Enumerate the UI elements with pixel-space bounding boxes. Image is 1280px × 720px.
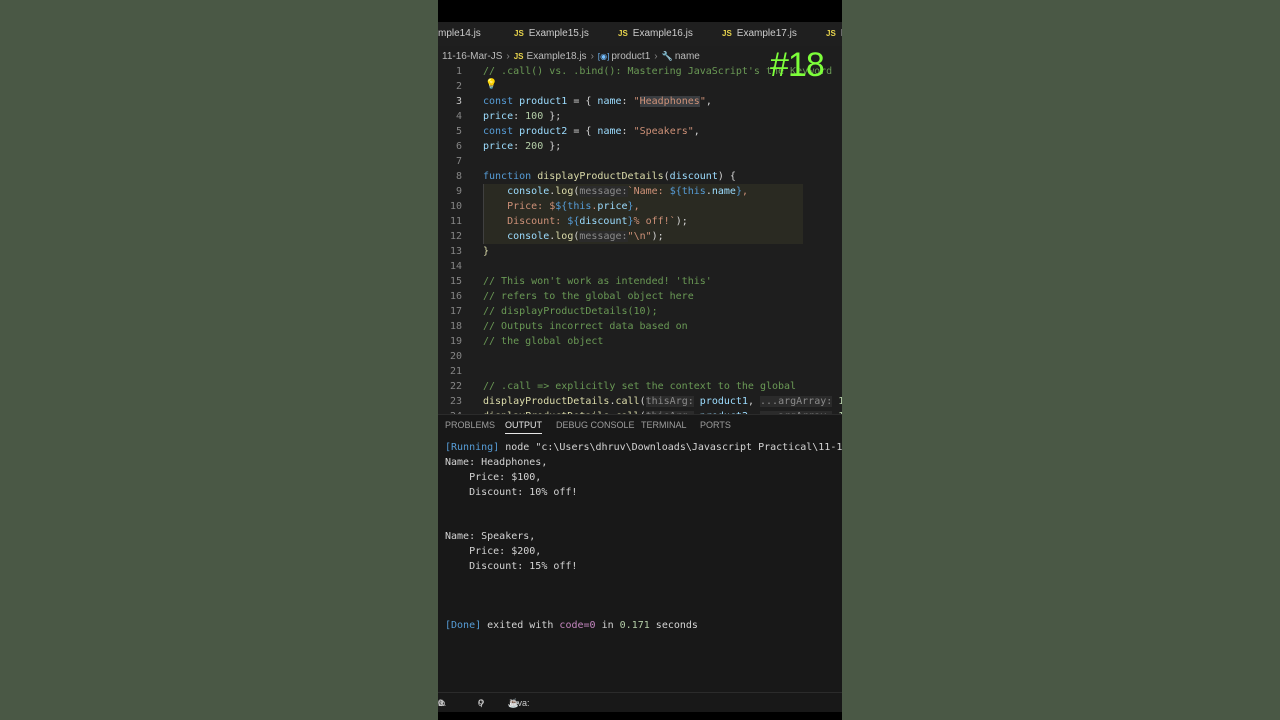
line-number: 9 xyxy=(455,186,462,197)
breadcrumb-symbol[interactable]: product1 xyxy=(611,51,650,62)
line-number: 11 xyxy=(449,216,462,227)
tab-output[interactable]: OUTPUT xyxy=(505,420,542,434)
video-number-badge: #18 xyxy=(770,46,825,84)
tab-debug-console[interactable]: DEBUG CONSOLE xyxy=(556,420,635,430)
output-running-line: [Running] node "c:\Users\dhruv\Downloads… xyxy=(445,442,842,453)
vscode-window: mple14.js JS Example15.js JS Example16.js … xyxy=(438,0,842,720)
bottom-black-bar xyxy=(438,712,842,720)
chevron-right-icon: › xyxy=(506,51,510,62)
code-line-3: const product1 = { name: "Headphones", xyxy=(483,96,712,107)
line-number: 13 xyxy=(449,246,462,257)
output-line: Discount: 10% off! xyxy=(445,487,578,498)
tab-example14[interactable]: mple14.js xyxy=(438,22,481,46)
tab-terminal[interactable]: TERMINAL xyxy=(641,420,687,430)
line-number: 18 xyxy=(449,321,462,332)
code-line-9: console.log(message:`Name: ${this.name}, xyxy=(507,186,749,197)
code-line-5: const product2 = { name: "Speakers", xyxy=(483,126,700,137)
line-number: 14 xyxy=(449,261,462,272)
output-line: Discount: 15% off! xyxy=(445,561,578,572)
code-line-16: // refers to the global object here xyxy=(483,291,694,302)
status-bar: ⊗0 ⚠ 0 ⚲ 0 ☕ Java: Ready xyxy=(438,692,842,720)
line-number: 2 xyxy=(455,81,462,92)
tab-example17[interactable]: JS Example17.js xyxy=(722,22,797,46)
code-line-18: // Outputs incorrect data based on xyxy=(483,321,688,332)
line-number: 15 xyxy=(449,276,462,287)
line-number: 4 xyxy=(455,111,462,122)
tab-ports[interactable]: PORTS xyxy=(700,420,731,430)
chevron-right-icon: › xyxy=(590,51,594,62)
tab-example15[interactable]: JS Example15.js xyxy=(514,22,589,46)
code-line-12: console.log(message:"\n"); xyxy=(507,231,664,242)
code-line-19: // the global object xyxy=(483,336,604,347)
line-number: 3 xyxy=(455,96,462,107)
bottom-panel: PROBLEMS OUTPUT DEBUG CONSOLE TERMINAL P… xyxy=(438,414,842,693)
chevron-right-icon: › xyxy=(654,51,658,62)
js-file-icon: JS xyxy=(722,29,732,38)
line-number: 20 xyxy=(449,351,462,362)
breadcrumb-property[interactable]: name xyxy=(675,51,700,62)
tab-next[interactable]: JSE xyxy=(826,22,842,46)
js-file-icon: JS xyxy=(618,29,628,38)
line-number: 16 xyxy=(449,291,462,302)
line-number: 21 xyxy=(449,366,462,377)
output-line: Price: $200, xyxy=(445,546,542,557)
line-number: 19 xyxy=(449,336,462,347)
breadcrumb-folder[interactable]: 11-16-Mar-JS xyxy=(442,51,502,62)
code-line-6: price: 200 }; xyxy=(483,141,562,152)
code-line-22: // .call => explicitly set the context t… xyxy=(483,381,797,392)
output-line: Name: Headphones, xyxy=(445,457,548,468)
property-icon: 🔧 xyxy=(661,51,673,61)
code-line-11: Discount: ${discount}% off!`); xyxy=(483,216,688,227)
js-file-icon: JS xyxy=(826,29,836,38)
code-line-8: function displayProductDetails(discount)… xyxy=(483,171,736,182)
tab-example16[interactable]: JS Example16.js xyxy=(618,22,693,46)
output-line: Price: $100, xyxy=(445,472,542,483)
line-number: 10 xyxy=(449,201,462,212)
js-file-icon: JS xyxy=(513,52,524,61)
lightbulb-icon[interactable]: 💡 xyxy=(485,79,497,90)
line-number: 23 xyxy=(449,396,462,407)
breadcrumb-file[interactable]: Example18.js xyxy=(527,51,587,62)
line-number: 12 xyxy=(449,231,462,242)
tab-problems[interactable]: PROBLEMS xyxy=(445,420,495,430)
code-line-13: } xyxy=(483,246,490,257)
line-number: 6 xyxy=(455,141,462,152)
editor-tabs: mple14.js JS Example15.js JS Example16.js … xyxy=(438,22,842,46)
code-editor[interactable]: 1 2 3 4 5 6 7 8 9 10 11 12 13 14 15 16 1… xyxy=(438,64,842,414)
code-line-10: Price: $${this.price}, xyxy=(483,201,640,212)
code-line-4: price: 100 }; xyxy=(483,111,562,122)
line-number: 22 xyxy=(449,381,462,392)
line-number: 17 xyxy=(449,306,462,317)
code-line-15: // This won't work as intended! 'this' xyxy=(483,276,712,287)
output-line: Name: Speakers, xyxy=(445,531,536,542)
line-number: 7 xyxy=(455,156,462,167)
top-black-bar xyxy=(438,0,842,22)
line-number: 5 xyxy=(455,126,462,137)
code-line-17: // displayProductDetails(10); xyxy=(483,306,658,317)
code-line-23: displayProductDetails.call(thisArg: prod… xyxy=(483,396,842,407)
variable-icon: [◉] xyxy=(597,52,610,61)
js-file-icon: JS xyxy=(514,29,524,38)
line-number: 1 xyxy=(455,66,462,77)
output-done-line: [Done] exited with code=0 in 0.171 secon… xyxy=(445,620,698,631)
line-number: 8 xyxy=(455,171,462,182)
